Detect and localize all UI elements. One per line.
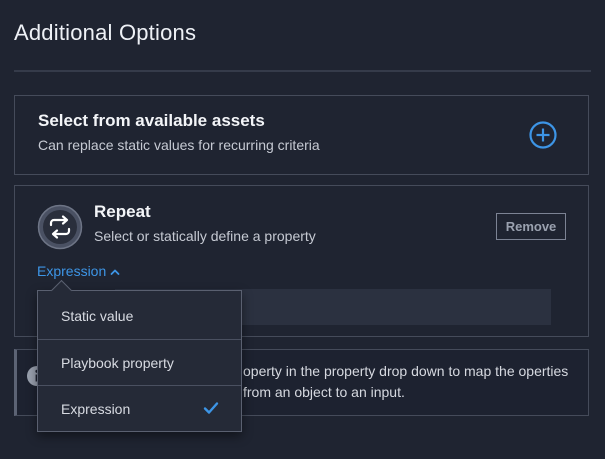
assets-card[interactable]: Select from available assets Can replace… (14, 95, 589, 175)
option-label: Static value (61, 308, 134, 324)
option-label: Expression (61, 400, 131, 417)
repeat-title: Repeat (94, 202, 151, 221)
expression-mode-toggle[interactable]: Expression (37, 263, 120, 279)
expression-mode-dropdown: Static value Playbook property Expressio… (37, 279, 242, 432)
option-static-value[interactable]: Static value (38, 293, 241, 339)
plus-circle-icon[interactable] (528, 120, 558, 150)
option-label: Playbook property (61, 354, 174, 371)
repeat-arrows-icon (37, 204, 83, 250)
repeat-subtitle: Select or statically define a property (94, 228, 316, 244)
option-playbook-property[interactable]: Playbook property (38, 339, 241, 385)
chevron-up-icon (110, 263, 120, 279)
assets-heading: Select from available assets (38, 111, 265, 130)
expression-mode-label: Expression (37, 263, 107, 279)
assets-subtitle: Can replace static values for recurring … (38, 137, 320, 153)
divider (14, 70, 591, 72)
info-text: operty in the property drop down to map … (243, 363, 569, 400)
page-title: Additional Options (14, 20, 197, 45)
option-expression[interactable]: Expression (38, 385, 241, 431)
checkmark-icon (203, 401, 219, 415)
remove-button[interactable]: Remove (496, 213, 566, 240)
